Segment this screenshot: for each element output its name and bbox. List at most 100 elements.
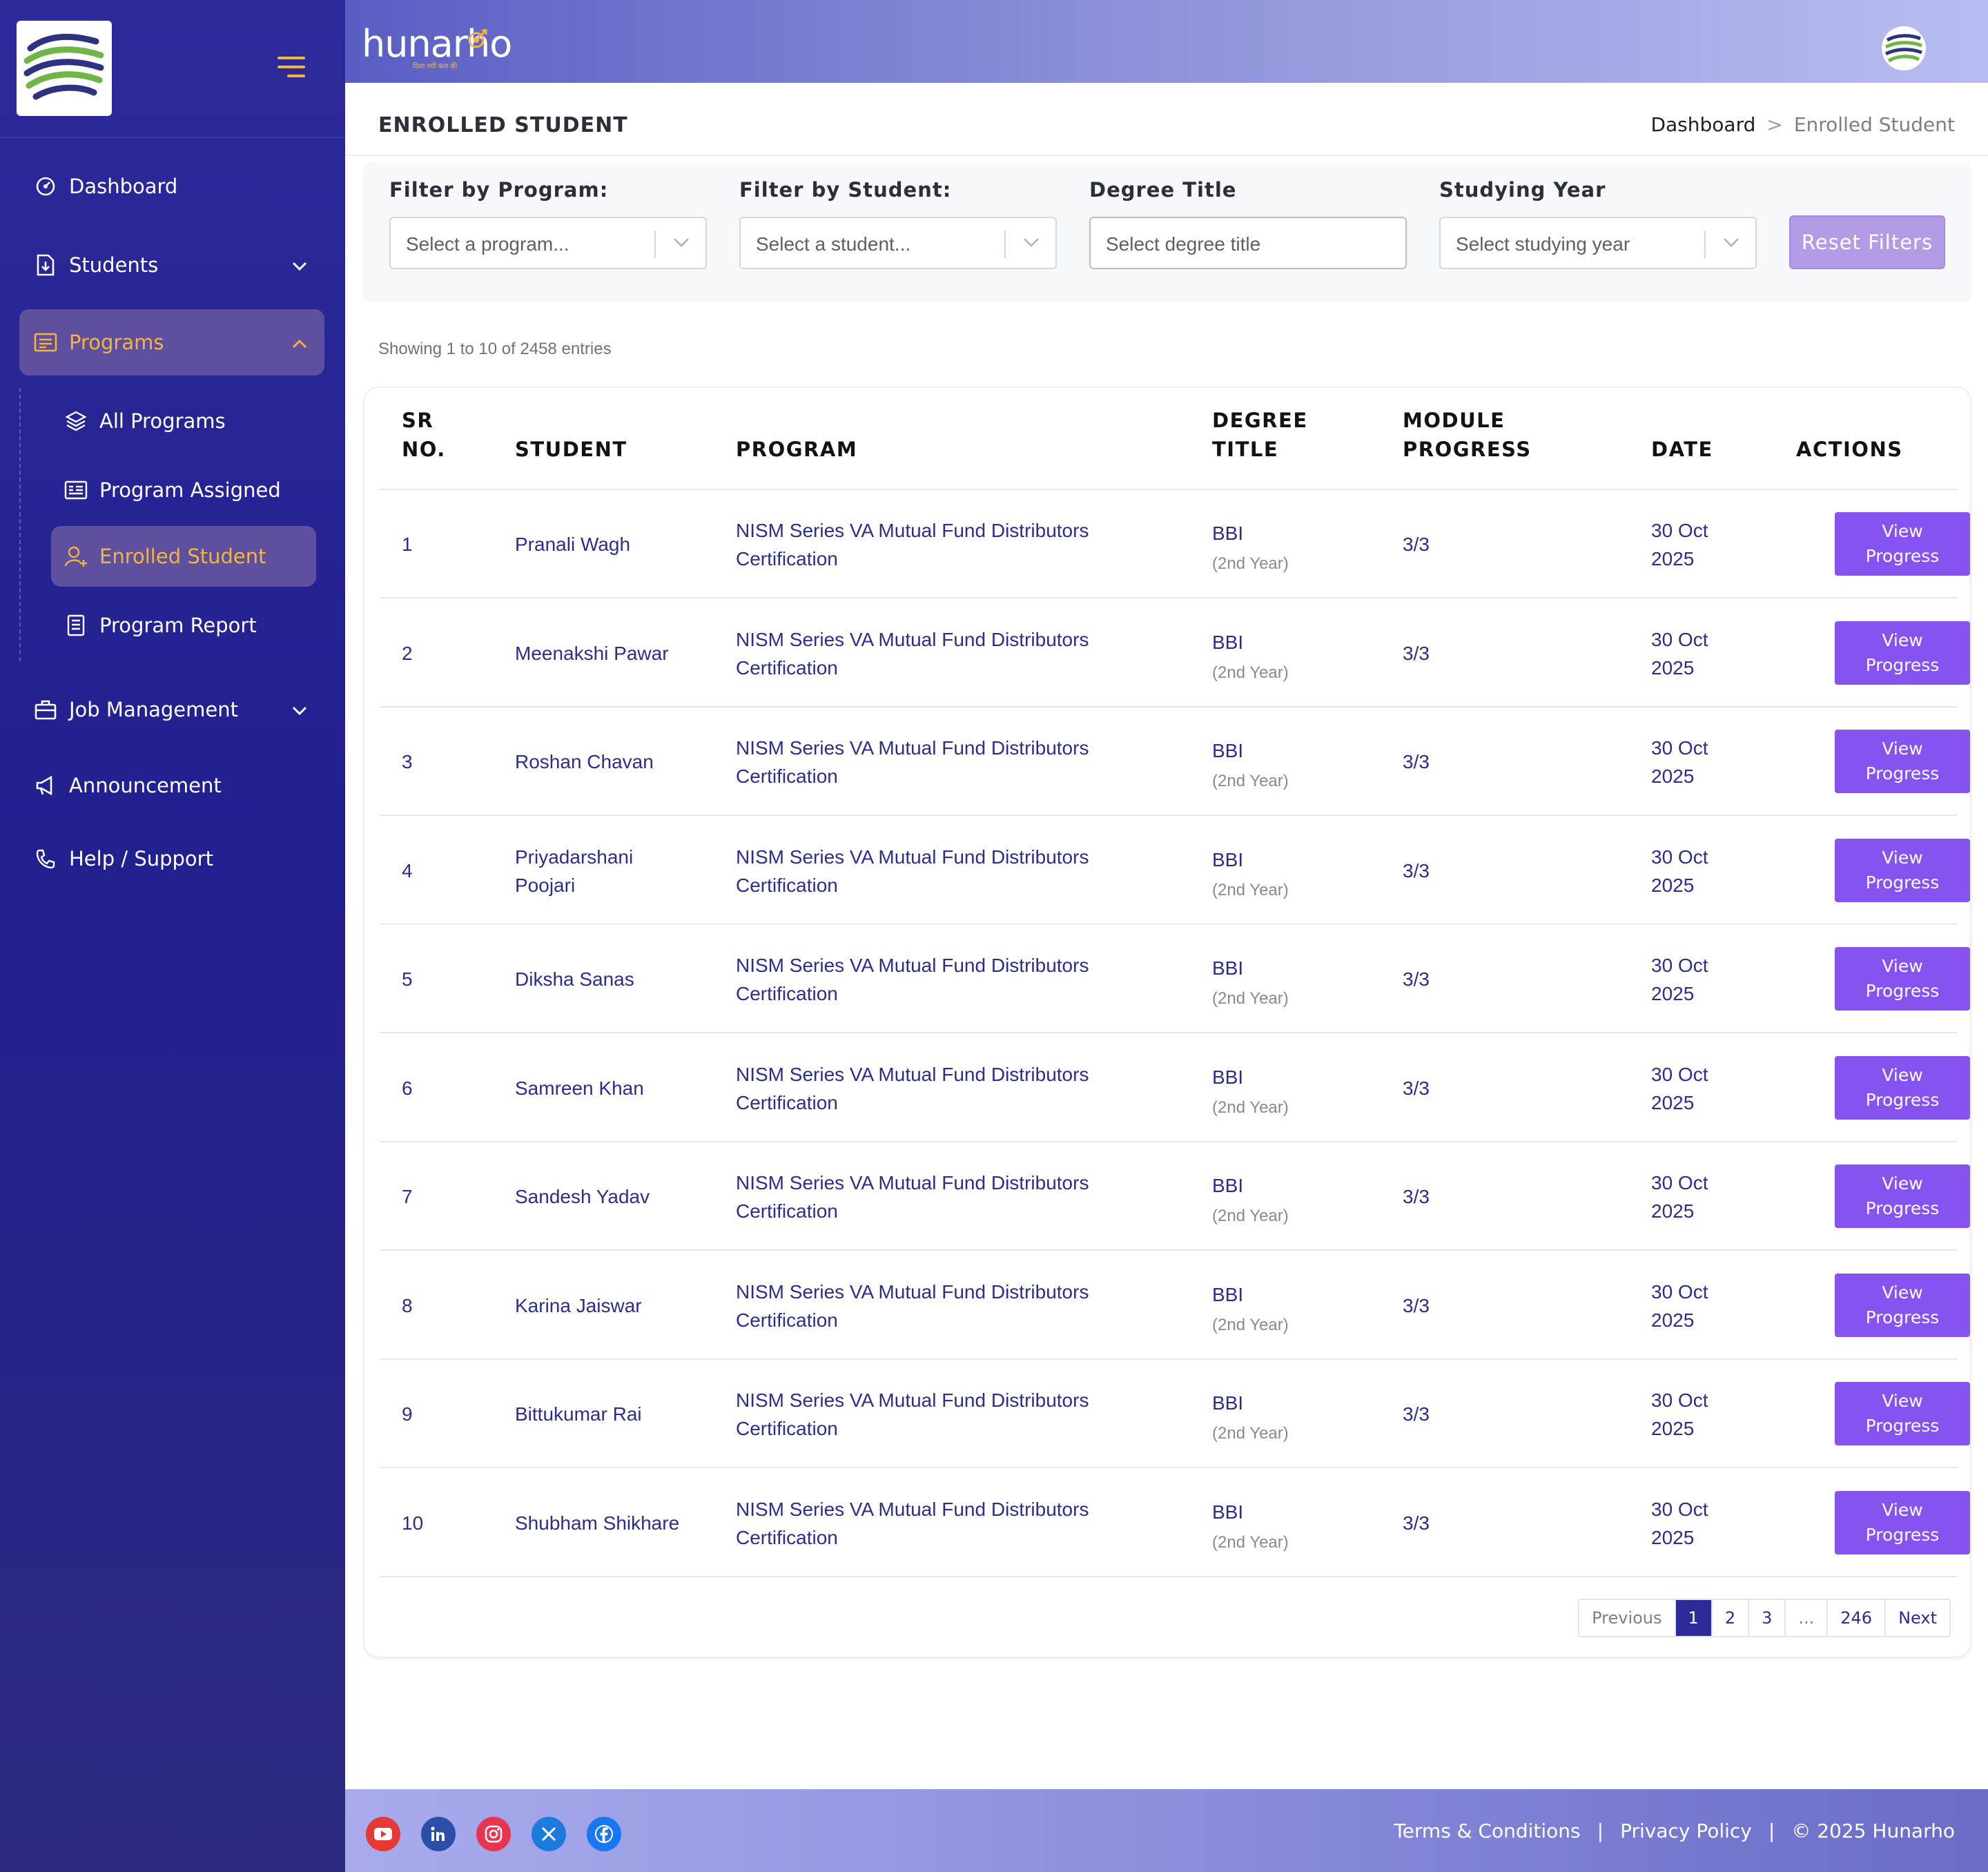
brand-wordmark[interactable]: hunarho xyxy=(362,22,512,66)
view-progress-button[interactable]: View Progress xyxy=(1835,1273,1970,1337)
view-progress-button[interactable]: View Progress xyxy=(1835,621,1970,685)
cell-program[interactable]: NISM Series VA Mutual Fund Distributors C… xyxy=(736,1169,1089,1225)
view-progress-button[interactable]: View Progress xyxy=(1835,1055,1970,1120)
sidebar-item-label: Job Management xyxy=(69,698,238,721)
cell-program[interactable]: NISM Series VA Mutual Fund Distributors C… xyxy=(736,734,1089,790)
cell-degree-year-line: (2nd Year) xyxy=(1212,880,1289,899)
cell-student[interactable]: Priyadarshani Poojari xyxy=(515,843,633,899)
view-progress-button[interactable]: View Progress xyxy=(1835,1490,1970,1554)
cell-program[interactable]: NISM Series VA Mutual Fund Distributors C… xyxy=(736,843,1089,899)
cell-student[interactable]: Bittukumar Rai xyxy=(515,1400,642,1428)
cell-sr-no-line: 3 xyxy=(402,751,413,772)
program-select[interactable]: Select a program... xyxy=(389,217,707,269)
dashboard-icon xyxy=(30,171,61,202)
youtube-icon[interactable] xyxy=(366,1817,400,1851)
table-row: 1 Pranali Wagh NISM Series VA Mutual Fund … xyxy=(380,490,1970,598)
chevron-down-icon[interactable] xyxy=(1022,236,1040,252)
sidebar-item-students[interactable]: Students xyxy=(19,232,324,298)
cell-program[interactable]: NISM Series VA Mutual Fund Distributors C… xyxy=(736,625,1089,682)
cell-student-line: Samreen Khan xyxy=(515,1077,644,1099)
view-progress-button[interactable]: View Progress xyxy=(1835,1164,1970,1228)
cell-student[interactable]: Sandesh Yadav xyxy=(515,1182,650,1211)
sidebar-subitem-label: Enrolled Student xyxy=(99,545,266,568)
studying-year-select[interactable]: Select studying year xyxy=(1439,217,1757,269)
facebook-icon[interactable] xyxy=(587,1817,621,1851)
cell-program[interactable]: NISM Series VA Mutual Fund Distributors C… xyxy=(736,1060,1089,1117)
cell-program[interactable]: NISM Series VA Mutual Fund Distributors C… xyxy=(736,1278,1089,1334)
view-progress-button[interactable]: View Progress xyxy=(1835,1382,1970,1445)
cell-program[interactable]: NISM Series VA Mutual Fund Distributors C… xyxy=(736,516,1089,573)
cell-sr-no-line: 8 xyxy=(402,1294,413,1316)
view-progress-label: Progress xyxy=(1865,1198,1940,1218)
degree-title-input[interactable]: Select degree title xyxy=(1089,217,1407,269)
cell-student[interactable]: Meenakshi Pawar xyxy=(515,639,669,667)
cell-program-line: Certification xyxy=(736,1200,838,1222)
sidebar-subitem-enrolled-student[interactable]: Enrolled Student xyxy=(51,526,316,587)
cell-date-line: 30 Oct xyxy=(1651,1390,1708,1411)
cell-degree-line: BBI xyxy=(1212,1066,1244,1088)
view-progress-button[interactable]: View Progress xyxy=(1835,838,1970,902)
sidebar-item-announcement[interactable]: Announcement xyxy=(19,752,324,819)
cell-program[interactable]: NISM Series VA Mutual Fund Distributors C… xyxy=(736,1495,1089,1552)
chevron-down-icon[interactable] xyxy=(1722,236,1740,252)
menu-toggle-icon[interactable] xyxy=(275,55,305,79)
pagination-page-3[interactable]: 3 xyxy=(1749,1600,1786,1636)
cell-student[interactable]: Samreen Khan xyxy=(515,1074,644,1102)
student-select[interactable]: Select a student... xyxy=(739,217,1057,269)
logo[interactable] xyxy=(17,21,112,116)
sidebar-item-job-management[interactable]: Job Management xyxy=(19,676,324,743)
cell-date-line: 2025 xyxy=(1651,983,1695,1004)
cell-degree: BBI xyxy=(1212,1498,1243,1526)
avatar[interactable] xyxy=(1882,26,1926,70)
sidebar-item-programs[interactable]: Programs xyxy=(19,309,324,376)
sidebar-item-label: Announcement xyxy=(69,774,222,797)
view-progress-button[interactable]: View Progress xyxy=(1835,512,1970,576)
instagram-icon[interactable] xyxy=(476,1817,511,1851)
header-line: MODULE xyxy=(1403,409,1505,432)
phone-icon xyxy=(30,844,61,874)
chevron-down-icon[interactable] xyxy=(672,236,690,252)
x-icon[interactable] xyxy=(532,1817,566,1851)
privacy-link[interactable]: Privacy Policy xyxy=(1620,1820,1752,1842)
program-select-placeholder: Select a program... xyxy=(406,233,569,255)
chevron-down-icon[interactable] xyxy=(291,698,308,721)
cell-student[interactable]: Shubham Shikhare xyxy=(515,1509,679,1537)
chevron-up-icon[interactable] xyxy=(291,331,308,354)
breadcrumb-dashboard[interactable]: Dashboard xyxy=(1650,113,1755,136)
pagination-page-1[interactable]: 1 xyxy=(1675,1600,1713,1636)
cell-program-line: Certification xyxy=(736,1418,838,1439)
sidebar-item-label: Programs xyxy=(69,331,164,354)
pagination-next[interactable]: Next xyxy=(1886,1600,1949,1636)
sidebar-item-dashboard[interactable]: Dashboard xyxy=(19,153,324,220)
cell-student[interactable]: Diksha Sanas xyxy=(515,965,634,993)
linkedin-icon[interactable] xyxy=(421,1817,456,1851)
terms-link[interactable]: Terms & Conditions xyxy=(1394,1820,1580,1842)
sidebar-subitem-all-programs[interactable]: All Programs xyxy=(51,391,316,451)
pagination-page-2[interactable]: 2 xyxy=(1713,1600,1750,1636)
cell-student[interactable]: Roshan Chavan xyxy=(515,748,654,776)
sidebar-subitem-program-assigned[interactable]: Program Assigned xyxy=(51,460,316,520)
sidebar-item-help-support[interactable]: Help / Support xyxy=(19,826,324,892)
table-row: 9 Bittukumar Rai NISM Series VA Mutual Fun… xyxy=(380,1360,1970,1468)
cell-program-line: Certification xyxy=(736,1526,838,1548)
reset-filters-button[interactable]: Reset Filters xyxy=(1789,215,1945,269)
view-progress-label: Progress xyxy=(1865,1307,1940,1327)
view-progress-button[interactable]: View Progress xyxy=(1835,947,1970,1011)
pagination-previous[interactable]: Previous xyxy=(1579,1600,1676,1636)
view-progress-button[interactable]: View Progress xyxy=(1835,730,1970,793)
cell-sr-no: 3 xyxy=(402,748,413,776)
cell-module-progress: 3/3 xyxy=(1403,530,1430,558)
sidebar-subitem-program-report[interactable]: Program Report xyxy=(51,595,316,656)
cell-program[interactable]: NISM Series VA Mutual Fund Distributors C… xyxy=(736,1386,1089,1443)
cell-module-progress-line: 3/3 xyxy=(1403,1077,1430,1099)
cell-student[interactable]: Karina Jaiswar xyxy=(515,1291,642,1320)
pagination-page-246[interactable]: 246 xyxy=(1828,1600,1887,1636)
cell-student[interactable]: Pranali Wagh xyxy=(515,530,630,558)
cell-program[interactable]: NISM Series VA Mutual Fund Distributors C… xyxy=(736,951,1089,1008)
cell-program-line: NISM Series VA Mutual Fund Distributors xyxy=(736,1172,1089,1193)
cell-degree-line: BBI xyxy=(1212,1175,1244,1196)
cell-sr-no: 8 xyxy=(402,1291,413,1320)
cell-degree-line: BBI xyxy=(1212,631,1244,653)
cell-degree-year-line: (2nd Year) xyxy=(1212,989,1289,1008)
chevron-down-icon[interactable] xyxy=(291,253,308,277)
